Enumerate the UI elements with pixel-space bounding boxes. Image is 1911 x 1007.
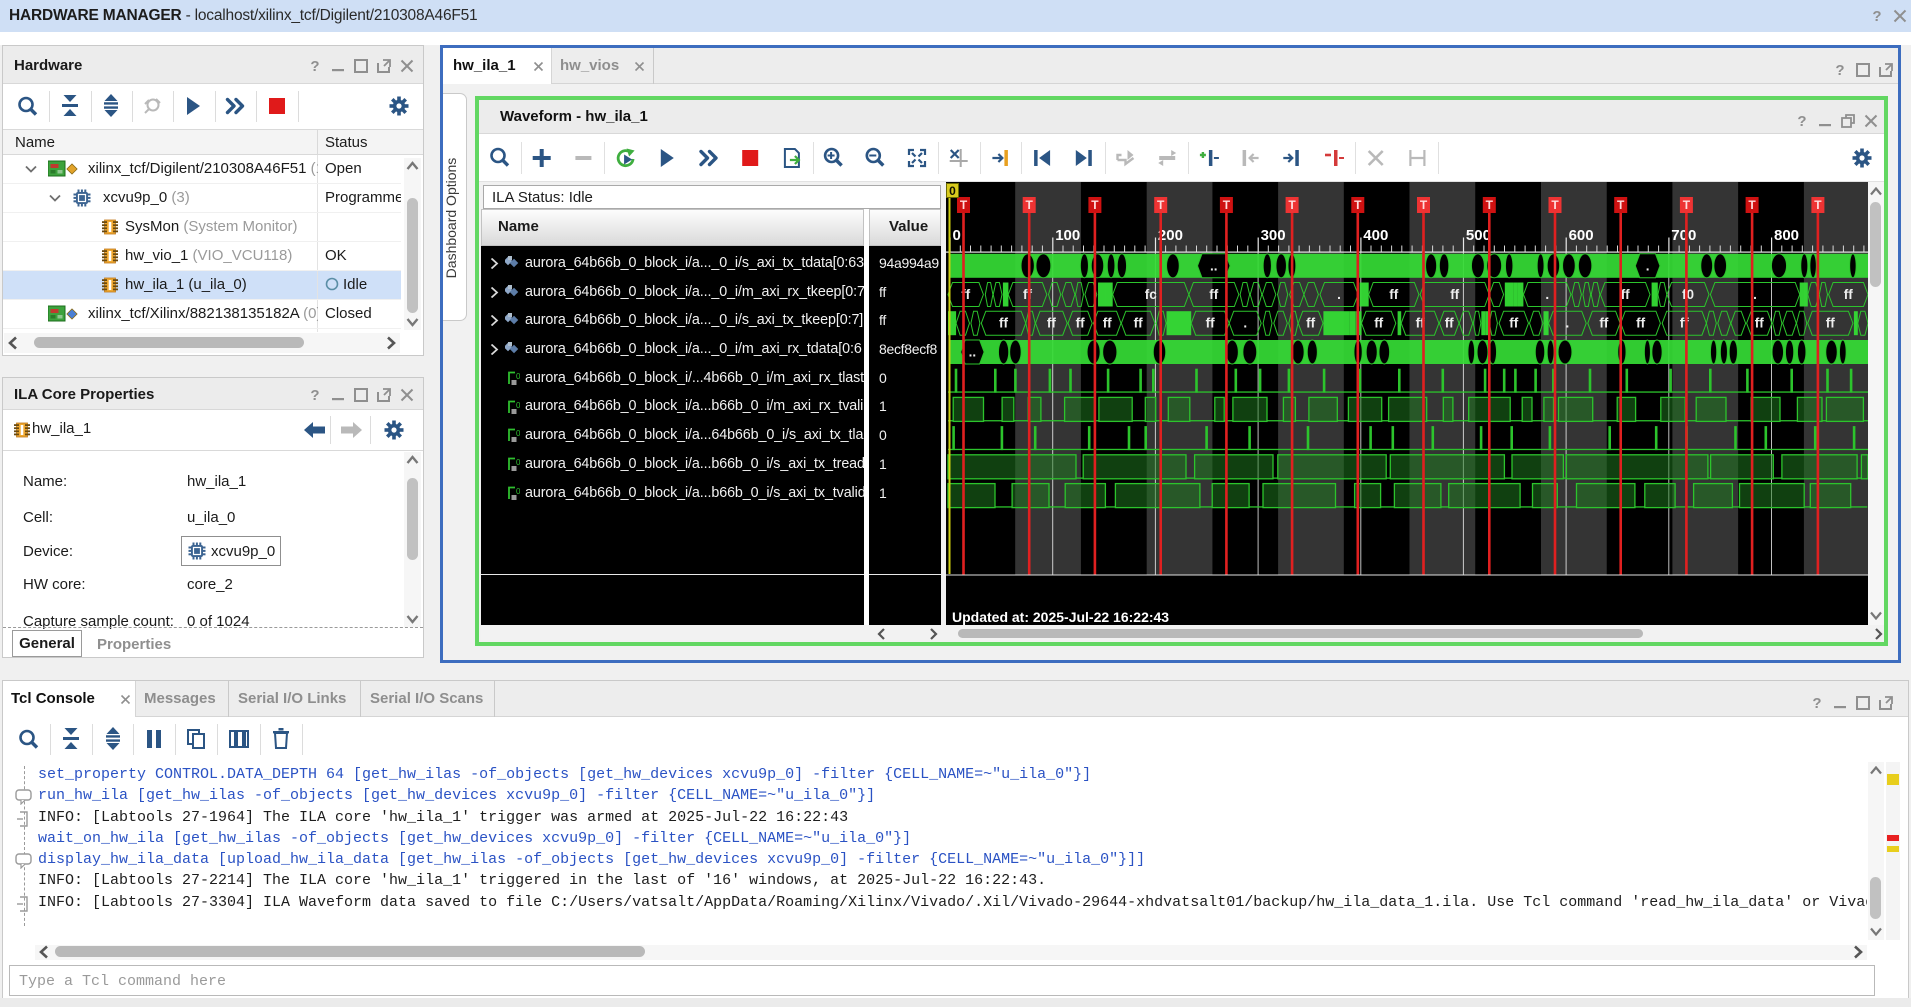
svg-text:0: 0 xyxy=(953,227,961,244)
svg-text:..: .. xyxy=(969,345,977,360)
svg-text:ff: ff xyxy=(1389,287,1398,302)
svg-text:T: T xyxy=(1091,198,1099,212)
svg-text:0: 0 xyxy=(516,429,520,438)
svg-text:300: 300 xyxy=(1261,227,1286,244)
svg-text:T: T xyxy=(960,198,968,212)
svg-text:ff: ff xyxy=(1374,316,1383,331)
svg-text:?: ? xyxy=(1835,62,1844,79)
svg-text:ff: ff xyxy=(1445,316,1454,331)
svg-text:ff: ff xyxy=(1134,316,1143,331)
svg-text:.: . xyxy=(1243,316,1247,331)
svg-text:0: 0 xyxy=(949,184,956,198)
svg-text:T: T xyxy=(1157,198,1165,212)
svg-text:ff: ff xyxy=(1103,316,1112,331)
svg-text:ff: ff xyxy=(1826,316,1835,331)
svg-text:.: . xyxy=(1566,316,1570,331)
svg-text:.: . xyxy=(1337,287,1341,302)
svg-text:ff: ff xyxy=(999,316,1008,331)
svg-text:ff: ff xyxy=(1209,287,1218,302)
svg-text:.: . xyxy=(1646,258,1650,273)
svg-text:f0: f0 xyxy=(1682,287,1694,302)
svg-text:fc: fc xyxy=(1145,287,1157,302)
svg-text:ff: ff xyxy=(1755,316,1764,331)
svg-text:Updated at: 2025-Jul-22 16:22:: Updated at: 2025-Jul-22 16:22:43 xyxy=(952,609,1169,625)
svg-text:?: ? xyxy=(1872,8,1881,25)
svg-text:ff: ff xyxy=(1844,287,1853,302)
svg-text:.: . xyxy=(1545,287,1549,302)
svg-text:T: T xyxy=(1420,198,1428,212)
svg-text:ff: ff xyxy=(1636,316,1645,331)
svg-text:ff: ff xyxy=(1206,316,1215,331)
svg-text:T: T xyxy=(1223,198,1231,212)
svg-text:500: 500 xyxy=(1466,227,1491,244)
svg-text:T: T xyxy=(1354,198,1362,212)
svg-text:0: 0 xyxy=(516,401,520,410)
svg-text:?: ? xyxy=(310,387,319,404)
svg-text:ff: ff xyxy=(1621,287,1630,302)
svg-text:ff: ff xyxy=(1306,316,1315,331)
svg-text:..: .. xyxy=(1210,258,1218,273)
svg-text:T: T xyxy=(1026,198,1034,212)
svg-text:ff: ff xyxy=(1076,316,1085,331)
svg-text:T: T xyxy=(1814,198,1822,212)
svg-text:ff: ff xyxy=(1047,316,1056,331)
svg-text:T: T xyxy=(1551,198,1559,212)
svg-text:T: T xyxy=(1617,198,1625,212)
svg-text:ff: ff xyxy=(1599,316,1608,331)
svg-text:?: ? xyxy=(1812,695,1821,712)
svg-text:T: T xyxy=(1748,198,1756,212)
svg-text:.: . xyxy=(1753,287,1757,302)
svg-text:?: ? xyxy=(310,58,319,75)
svg-text:400: 400 xyxy=(1363,227,1388,244)
svg-text:ff: ff xyxy=(1509,316,1518,331)
svg-text:ff: ff xyxy=(1023,287,1032,302)
svg-text:600: 600 xyxy=(1569,227,1594,244)
svg-text:0: 0 xyxy=(516,458,520,467)
svg-text:?: ? xyxy=(1797,113,1806,130)
svg-text:0: 0 xyxy=(516,372,520,381)
svg-text:ff: ff xyxy=(1680,316,1689,331)
svg-text:800: 800 xyxy=(1774,227,1799,244)
svg-text:T: T xyxy=(1288,198,1296,212)
svg-text:T: T xyxy=(1683,198,1691,212)
svg-text:0: 0 xyxy=(516,487,520,496)
svg-text:ff: ff xyxy=(1450,287,1459,302)
svg-text:100: 100 xyxy=(1055,227,1080,244)
svg-text:T: T xyxy=(1486,198,1494,212)
svg-text:700: 700 xyxy=(1671,227,1696,244)
